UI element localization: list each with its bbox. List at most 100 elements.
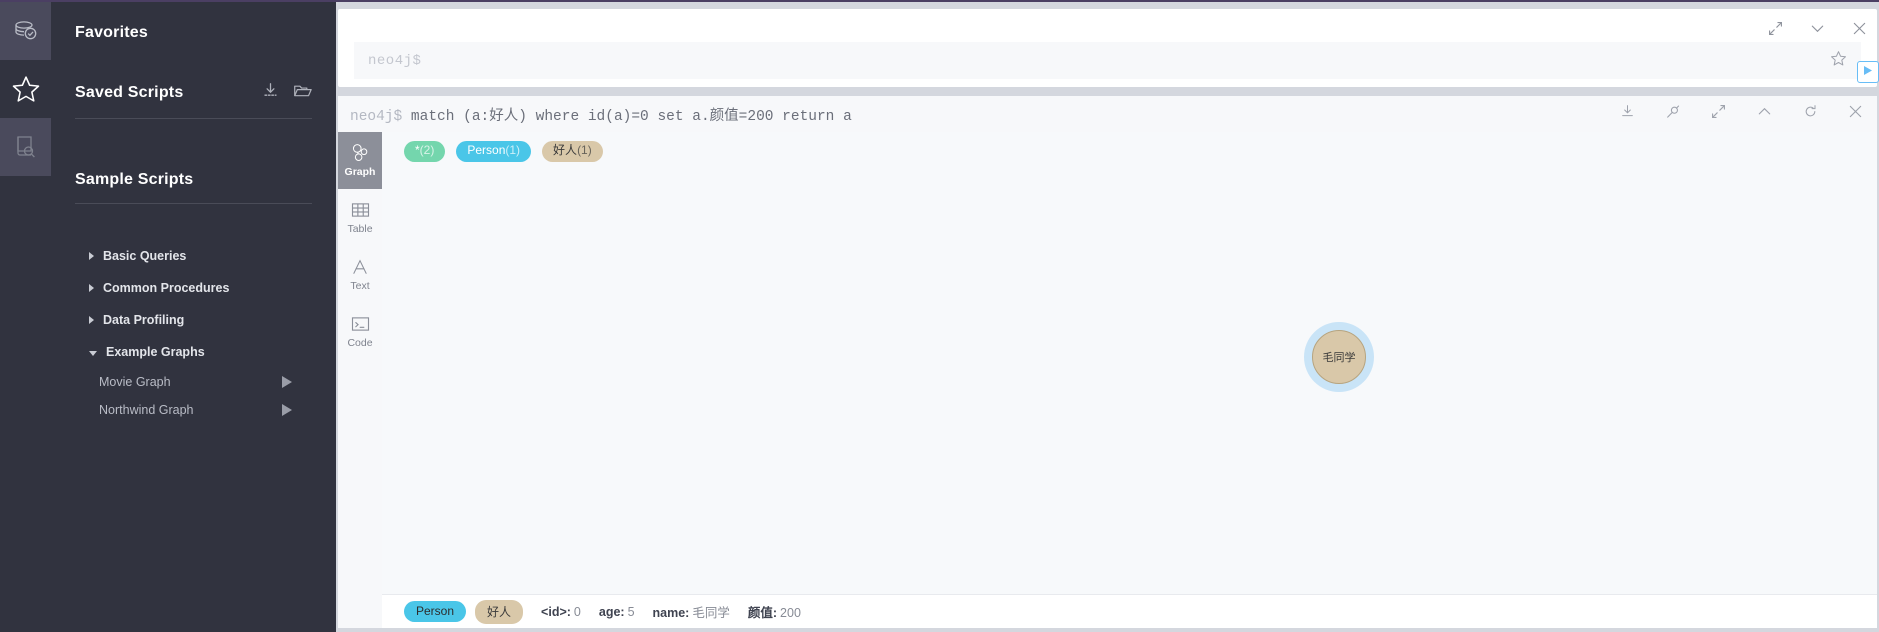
inspector-property-name: name: 毛同学 xyxy=(653,602,730,621)
graph-visualization-area[interactable]: 毛同学 xyxy=(382,162,1877,594)
query-input-area[interactable]: neo4j$ xyxy=(354,42,1861,79)
property-value: 200 xyxy=(780,606,801,620)
frame-toolbar xyxy=(1620,96,1863,132)
tab-graph[interactable]: Graph xyxy=(338,132,382,189)
document-search-icon xyxy=(13,134,39,160)
tree-item-label: Common Procedures xyxy=(103,281,230,295)
saved-scripts-title: Saved Scripts xyxy=(75,84,184,101)
text-icon xyxy=(351,257,369,277)
expand-icon[interactable] xyxy=(1711,104,1726,124)
database-icon xyxy=(13,18,39,44)
frame-body: Graph Table Text Code *(2) Person(1) 好人(… xyxy=(338,132,1877,628)
close-icon[interactable] xyxy=(1848,104,1863,124)
sample-scripts-title: Sample Scripts xyxy=(75,171,194,188)
editor-prompt: neo4j$ xyxy=(368,52,422,69)
frame-query-string: match (a:好人) where id(a)=0 set a.颜值=200 … xyxy=(410,108,852,125)
property-value: 0 xyxy=(573,604,581,619)
result-view-tabs: Graph Table Text Code xyxy=(338,132,382,628)
star-icon xyxy=(11,74,41,104)
main-stage: neo4j$ neo4j$ match (a:好人) where id(a)=0… xyxy=(336,0,1879,632)
property-value: 毛同学 xyxy=(692,606,730,620)
query-editor-card: neo4j$ xyxy=(338,9,1879,87)
legend-chip-count: (1) xyxy=(577,143,592,157)
chevron-up-icon[interactable] xyxy=(1756,103,1773,125)
tree-leaf-label: Movie Graph xyxy=(99,375,171,389)
inspector-pill-haoren[interactable]: 好人 xyxy=(475,599,524,624)
tree-leaf-label: Northwind Graph xyxy=(99,403,194,417)
download-icon[interactable] xyxy=(262,82,279,104)
code-icon xyxy=(351,314,370,334)
editor-toolbar xyxy=(1768,20,1867,42)
rail-item-favorites[interactable] xyxy=(0,60,51,118)
tab-code[interactable]: Code xyxy=(338,303,382,360)
property-key: age: xyxy=(598,604,625,619)
frame-query-text: neo4j$ match (a:好人) where id(a)=0 set a.… xyxy=(338,104,852,125)
graph-icon xyxy=(350,143,370,163)
tab-label: Table xyxy=(347,223,373,235)
property-value: 5 xyxy=(627,604,635,619)
download-icon[interactable] xyxy=(1620,104,1635,124)
tab-text[interactable]: Text xyxy=(338,246,382,303)
editor-input-toolbar xyxy=(1830,50,1847,72)
tree-item-data-profiling[interactable]: Data Profiling xyxy=(75,304,312,336)
rail-item-documents[interactable] xyxy=(0,118,51,176)
chevron-down-icon[interactable] xyxy=(1809,20,1826,42)
legend-chip-label: * xyxy=(415,143,420,157)
property-key: 颜值: xyxy=(747,606,778,620)
legend-chip-count: (2) xyxy=(419,143,435,157)
rail-item-database[interactable] xyxy=(0,2,51,60)
legend-chip-label: Person xyxy=(467,143,506,157)
tree-leaf-northwind-graph[interactable]: Northwind Graph xyxy=(75,396,312,424)
inspector-property-id: <id>: 0 xyxy=(541,605,581,619)
tree-item-label: Data Profiling xyxy=(103,313,185,327)
run-query-button[interactable] xyxy=(1857,61,1879,83)
refresh-icon[interactable] xyxy=(1803,104,1818,124)
sidebar-drawer: Favorites Saved Scripts Sample Scripts B… xyxy=(51,0,336,632)
star-outline-icon[interactable] xyxy=(1830,50,1847,72)
chevron-right-icon xyxy=(89,284,94,292)
chevron-right-icon xyxy=(89,252,94,260)
close-icon[interactable] xyxy=(1852,21,1867,41)
run-icon xyxy=(1863,63,1873,81)
legend-chip-count: (1) xyxy=(505,143,521,157)
property-key: <id>: xyxy=(541,604,571,619)
run-icon[interactable] xyxy=(282,376,292,388)
folder-open-icon[interactable] xyxy=(293,82,312,104)
tab-label: Text xyxy=(350,280,370,292)
tree-item-example-graphs[interactable]: Example Graphs xyxy=(75,336,312,368)
tree-item-label: Example Graphs xyxy=(106,345,205,359)
favorites-section: Favorites xyxy=(75,2,312,42)
graph-canvas[interactable]: *(2) Person(1) 好人(1) 毛同学 Person 好人 <id>:… xyxy=(382,132,1877,628)
tab-label: Code xyxy=(347,337,373,349)
tab-table[interactable]: Table xyxy=(338,189,382,246)
legend-chip-haoren[interactable]: 好人(1) xyxy=(542,141,603,162)
neo4j-browser-window: Favorites Saved Scripts Sample Scripts B… xyxy=(0,0,1879,632)
chevron-down-icon xyxy=(89,350,97,356)
tree-item-common-procedures[interactable]: Common Procedures xyxy=(75,272,312,304)
query-result-frame: neo4j$ match (a:好人) where id(a)=0 set a.… xyxy=(338,96,1877,628)
tree-item-label: Basic Queries xyxy=(103,249,187,263)
frame-prompt: neo4j$ xyxy=(350,108,403,125)
graph-node-label: 毛同学 xyxy=(1322,351,1356,364)
node-inspector-bar: Person 好人 <id>: 0 age: 5 name: 毛同学 颜值: 200 xyxy=(382,594,1877,628)
run-icon[interactable] xyxy=(282,404,292,416)
tab-label: Graph xyxy=(344,166,376,178)
tree-leaf-movie-graph[interactable]: Movie Graph xyxy=(75,368,312,396)
frame-header: neo4j$ match (a:好人) where id(a)=0 set a.… xyxy=(338,96,1877,132)
saved-scripts-section: Saved Scripts xyxy=(75,42,312,119)
property-key: name: xyxy=(652,606,690,620)
legend-chip-person[interactable]: Person(1) xyxy=(456,141,532,162)
icon-rail xyxy=(0,0,51,632)
inspector-property-yanzhi: 颜值: 200 xyxy=(748,602,801,621)
legend-chip-all[interactable]: *(2) xyxy=(404,141,446,162)
tree-item-basic-queries[interactable]: Basic Queries xyxy=(75,240,312,272)
expand-icon[interactable] xyxy=(1768,21,1783,41)
divider xyxy=(75,203,312,204)
sample-scripts-tree: Basic Queries Common Procedures Data Pro… xyxy=(75,240,312,424)
pin-icon[interactable] xyxy=(1665,104,1681,125)
favorites-title: Favorites xyxy=(75,24,148,41)
graph-node[interactable]: 毛同学 xyxy=(1312,329,1366,384)
sample-scripts-section: Sample Scripts Basic Queries Common Proc… xyxy=(75,119,312,424)
inspector-pill-person[interactable]: Person xyxy=(404,601,467,622)
chevron-right-icon xyxy=(89,316,94,324)
